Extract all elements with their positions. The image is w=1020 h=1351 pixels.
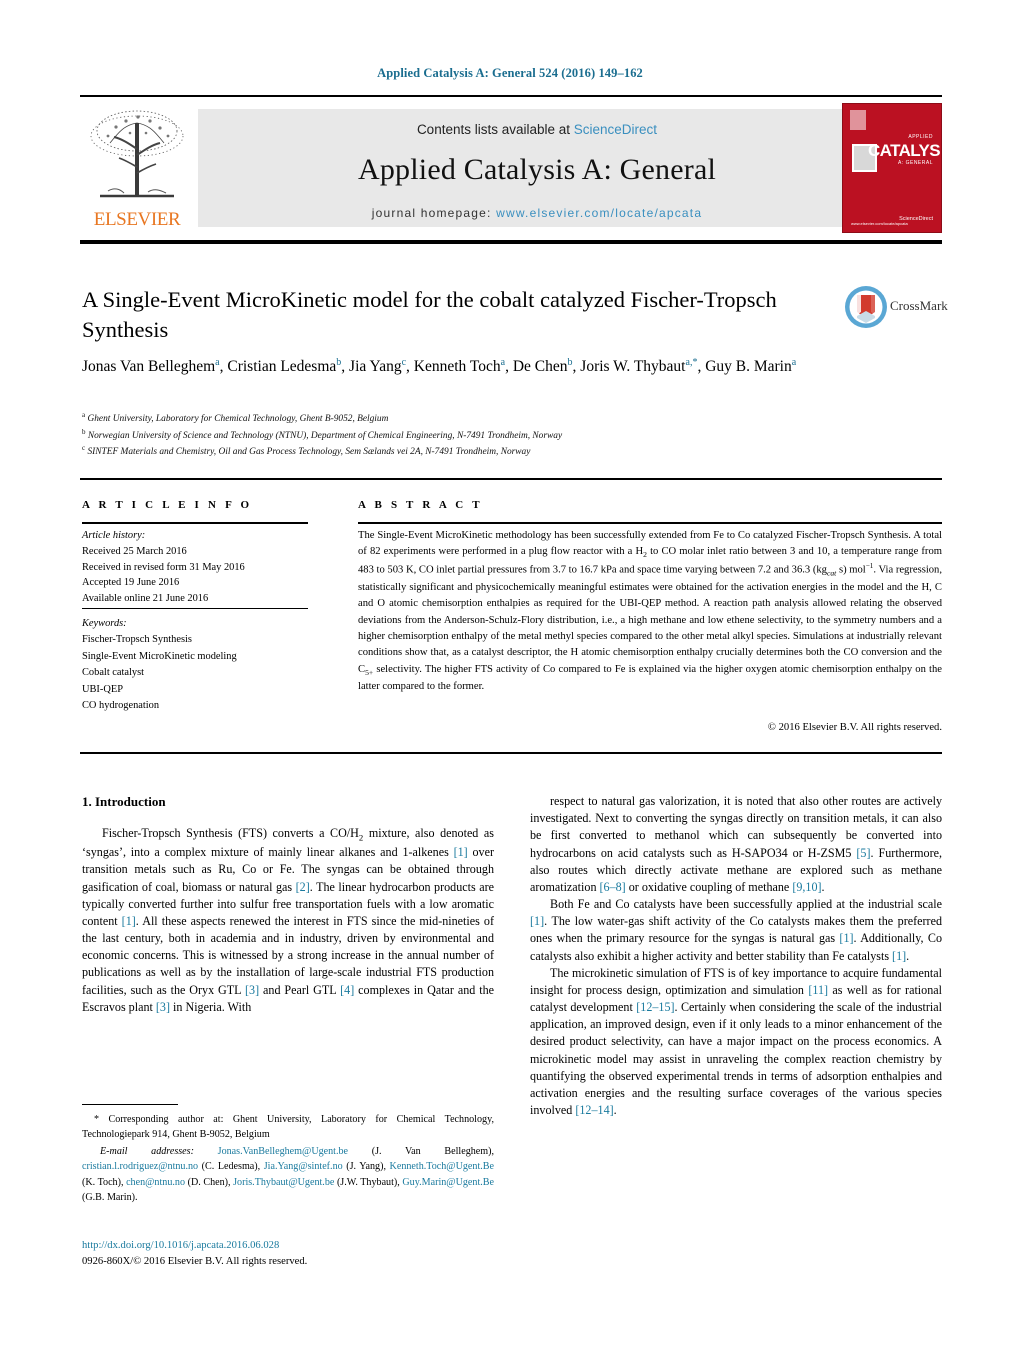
elsevier-logo: ELSEVIER	[80, 103, 194, 233]
history-item: Received in revised form 31 May 2016	[82, 561, 245, 573]
paragraph: Fischer-Tropsch Synthesis (FTS) converts…	[82, 826, 495, 1014]
article-history-label: Article history:	[82, 530, 146, 541]
journal-title: Applied Catalysis A: General	[357, 153, 717, 186]
affiliation-text: Ghent University, Laboratory for Chemica…	[87, 414, 389, 425]
affiliation-item: a Ghent University, Laboratory for Chemi…	[82, 410, 872, 427]
history-item: Received 25 March 2016	[82, 545, 187, 557]
keywords-divider-rule	[82, 608, 308, 610]
journal-masthead: ELSEVIER Contents lists available at Sci…	[80, 103, 942, 233]
history-item: Available online 21 June 2016	[82, 593, 209, 605]
footnote-rule	[82, 1104, 178, 1106]
keyword-item: UBI-QEP	[82, 683, 123, 695]
crossmark-badge[interactable]: CrossMark	[844, 285, 954, 331]
affiliation-marker: b	[82, 427, 86, 436]
article-info-heading: A R T I C L E I N F O	[82, 499, 253, 511]
abstract-text: The Single-Event MicroKinetic methodolog…	[358, 530, 943, 692]
abstract-bottom-rule	[80, 752, 942, 754]
keyword-item: CO hydrogenation	[82, 700, 160, 712]
contents-line: Contents lists available at ScienceDirec…	[198, 122, 876, 137]
history-item: Accepted 19 June 2016	[82, 577, 180, 589]
email-addresses-note: E-mail addresses: Jonas.VanBelleghem@Uge…	[82, 1146, 494, 1203]
running-head: Applied Catalysis A: General 524 (2016) …	[377, 66, 643, 80]
crossmark-label: CrossMark	[890, 298, 948, 313]
paragraph: respect to natural gas valorization, it …	[530, 794, 942, 894]
abstract-heading: A B S T R A C T	[358, 499, 483, 511]
keyword-item: Fischer-Tropsch Synthesis	[82, 634, 192, 646]
cover-subtitle-top: APPLIED	[908, 134, 933, 140]
elsevier-tree-icon	[90, 110, 184, 198]
keywords-block: Keywords: Fischer-Tropsch Synthesis Sing…	[82, 616, 312, 715]
sciencedirect-link[interactable]: ScienceDirect	[574, 122, 657, 137]
affiliation-marker: c	[82, 444, 86, 453]
affiliation-marker: a	[82, 411, 86, 419]
paragraph: The microkinetic simulation of FTS is of…	[530, 965, 943, 1118]
keyword-item: Cobalt catalyst	[82, 667, 145, 679]
affiliation-text: Norwegian University of Science and Tech…	[87, 430, 563, 441]
affiliation-item: b Norwegian University of Science and Te…	[82, 427, 872, 444]
contents-prefix: Contents lists available at	[416, 122, 574, 137]
article-info-rule	[82, 522, 308, 524]
keywords-label: Keywords:	[82, 618, 127, 629]
header-rule	[80, 95, 942, 97]
cover-subtitle-bottom: A: GENERAL	[897, 160, 933, 166]
page-title: A Single-Event MicroKinetic model for th…	[82, 287, 777, 342]
affiliation-item: c SINTEF Materials and Chemistry, Oil an…	[82, 443, 872, 460]
affiliation-text: SINTEF Materials and Chemistry, Oil and …	[87, 447, 531, 458]
body-column-left: 1. Introduction Fischer-Tropsch Synthesi…	[82, 793, 494, 1016]
author-list: Jonas Van Belleghema, Cristian Ledesmab,…	[82, 357, 797, 376]
affiliation-list: a Ghent University, Laboratory for Chemi…	[82, 410, 872, 460]
journal-article-page: Applied Catalysis A: General 524 (2016) …	[0, 0, 1020, 1351]
masthead-bottom-rule	[80, 240, 942, 244]
article-history: Article history: Received 25 March 2016 …	[82, 528, 312, 607]
issn-copyright-line: 0926-860X/© 2016 Elsevier B.V. All right…	[82, 1255, 308, 1267]
abstract-rule	[358, 522, 942, 524]
corresponding-author-note: * Corresponding author at: Ghent Univers…	[82, 1114, 494, 1141]
info-section-top-rule	[80, 478, 942, 480]
homepage-prefix: journal homepage:	[371, 206, 497, 220]
keyword-item: Single-Event MicroKinetic modeling	[82, 650, 237, 662]
homepage-url-link[interactable]: www.elsevier.com/locate/apcata	[496, 206, 702, 220]
body-column-right: respect to natural gas valorization, it …	[530, 793, 942, 1119]
cover-elsevier-mark	[850, 110, 866, 130]
crossmark-icon	[845, 286, 887, 328]
footnote-block: * Corresponding author at: Ghent Univers…	[82, 1112, 494, 1205]
section-heading-introduction: 1. Introduction	[82, 794, 166, 809]
cover-issn-line: www.elsevier.com/locate/apcata	[851, 221, 908, 226]
elsevier-wordmark: ELSEVIER	[93, 209, 181, 230]
journal-banner: Contents lists available at ScienceDirec…	[198, 109, 876, 227]
paragraph: Both Fe and Co catalysts have been succe…	[530, 897, 943, 963]
cover-title: CATALYSIS	[868, 141, 941, 160]
copyright-line: © 2016 Elsevier B.V. All rights reserved…	[767, 722, 942, 733]
journal-homepage-line: journal homepage: www.elsevier.com/locat…	[198, 206, 876, 220]
doi-block: http://dx.doi.org/10.1016/j.apcata.2016.…	[82, 1238, 494, 1270]
doi-link[interactable]: http://dx.doi.org/10.1016/j.apcata.2016.…	[82, 1238, 494, 1254]
journal-cover-thumbnail: APPLIED CATALYSIS A: GENERAL ScienceDire…	[842, 103, 942, 233]
